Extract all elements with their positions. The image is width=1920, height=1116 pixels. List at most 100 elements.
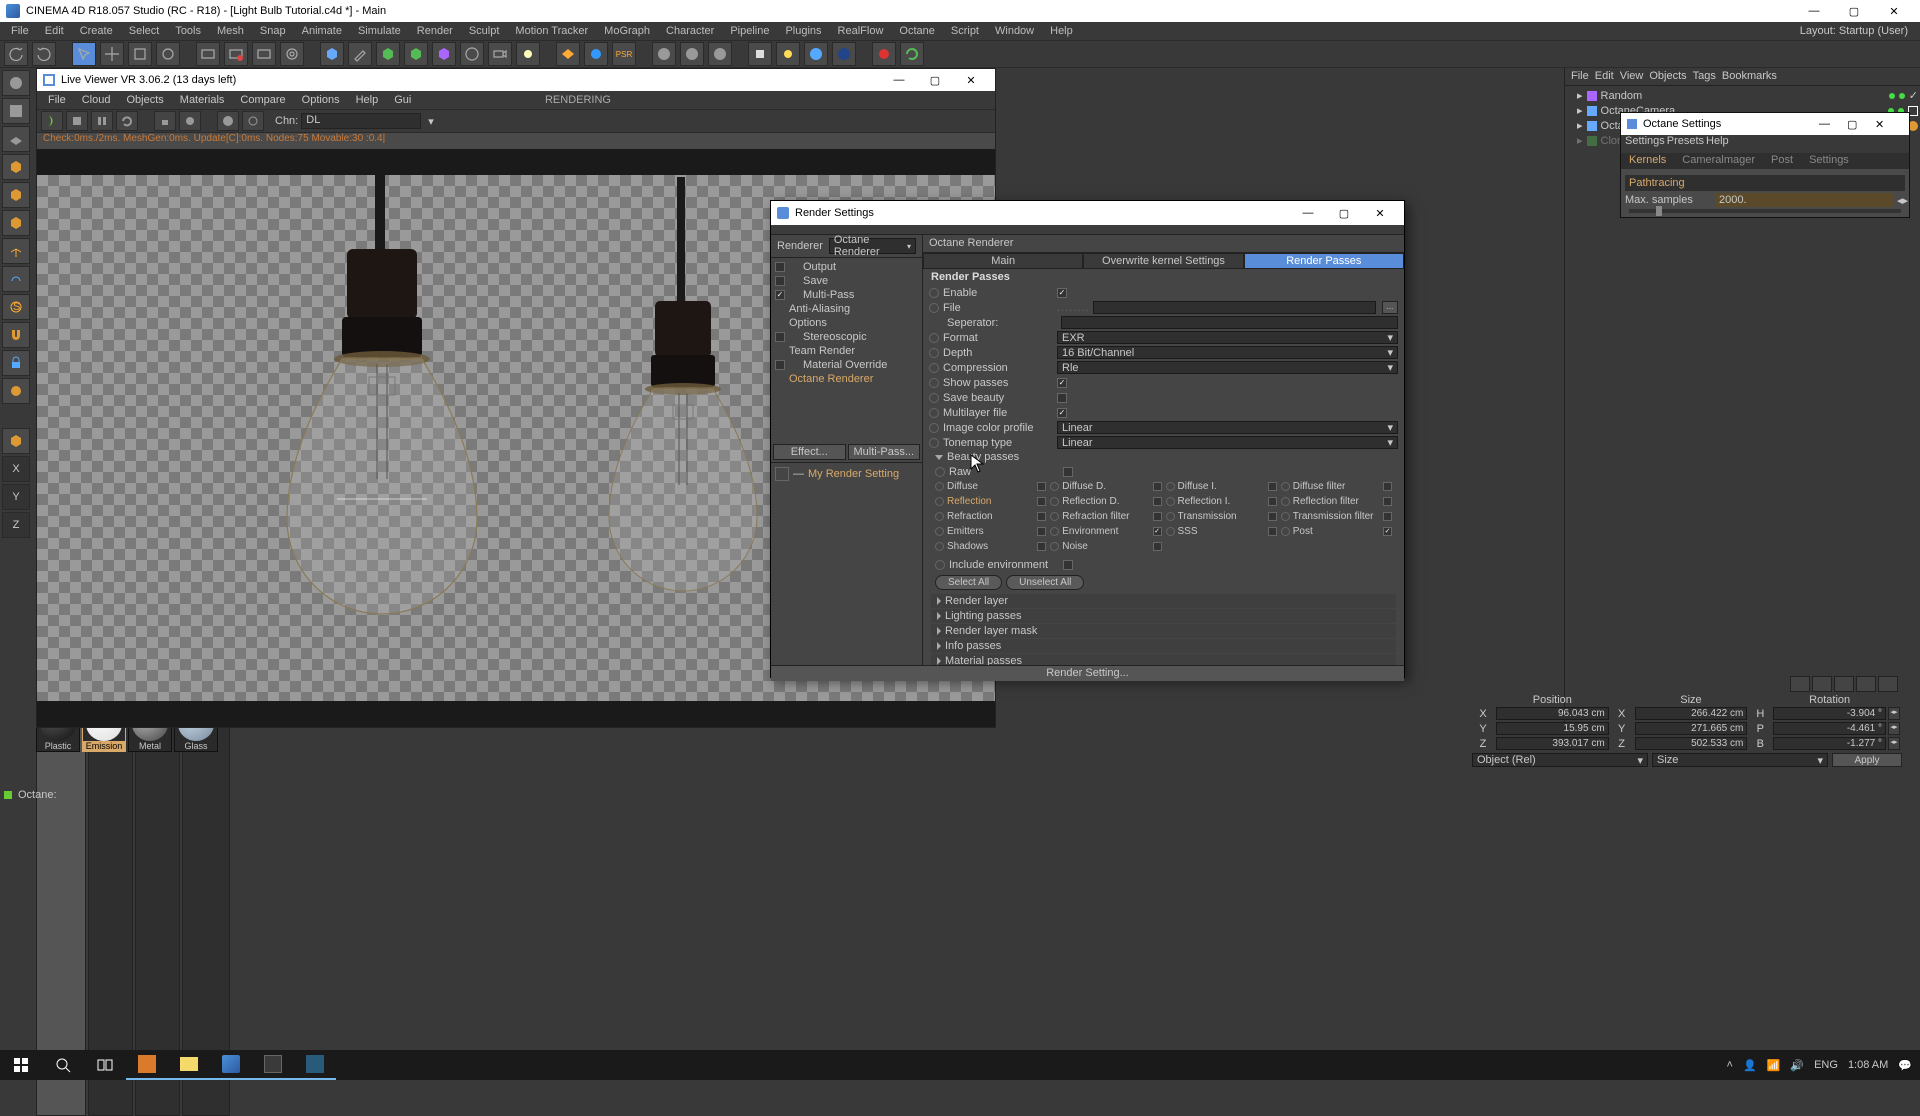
menu-mograph[interactable]: MoGraph bbox=[597, 24, 657, 38]
realflow-icon[interactable] bbox=[584, 42, 608, 66]
workplane-icon[interactable] bbox=[2, 126, 30, 152]
tree-save[interactable]: Save bbox=[771, 274, 922, 288]
tree-matoverride[interactable]: Material Override bbox=[771, 358, 922, 372]
menu-create[interactable]: Create bbox=[73, 24, 120, 38]
octset-tab-kernels[interactable]: Kernels bbox=[1621, 153, 1674, 169]
enable-checkbox[interactable]: ✓ bbox=[1057, 288, 1067, 298]
snap-icon[interactable] bbox=[2, 266, 30, 292]
render-pv-icon[interactable] bbox=[252, 42, 276, 66]
om-edit[interactable]: Edit bbox=[1595, 70, 1614, 83]
pos-z[interactable]: 393.017 cm bbox=[1496, 737, 1609, 750]
menu-help[interactable]: Help bbox=[1043, 24, 1080, 38]
rot-p[interactable]: -4.461 ° bbox=[1773, 722, 1886, 735]
pass-reflection-i[interactable] bbox=[1268, 497, 1277, 506]
menu-pipeline[interactable]: Pipeline bbox=[723, 24, 776, 38]
showpasses-checkbox[interactable]: ✓ bbox=[1057, 378, 1067, 388]
lv-refresh-icon[interactable] bbox=[116, 111, 138, 131]
menu-tools[interactable]: Tools bbox=[168, 24, 208, 38]
cube-y-icon[interactable] bbox=[2, 428, 30, 454]
sun-icon[interactable] bbox=[776, 42, 800, 66]
tree-stereo[interactable]: Stereoscopic bbox=[771, 330, 922, 344]
menu-render[interactable]: Render bbox=[410, 24, 460, 38]
max-samples-slider[interactable] bbox=[1629, 209, 1901, 213]
task-explorer[interactable] bbox=[168, 1050, 210, 1080]
octset-menu-settings[interactable]: Settings bbox=[1625, 135, 1665, 153]
select-tool-icon[interactable] bbox=[72, 42, 96, 66]
pass-environment[interactable]: ✓ bbox=[1153, 527, 1162, 536]
file-browse-btn[interactable]: ... bbox=[1382, 301, 1398, 314]
octset-titlebar[interactable]: Octane Settings — ▢ ✕ bbox=[1621, 113, 1909, 135]
raw-checkbox[interactable] bbox=[1063, 467, 1073, 477]
light-icon[interactable] bbox=[516, 42, 540, 66]
size-x[interactable]: 266.422 cm bbox=[1635, 707, 1748, 720]
octset-min[interactable]: — bbox=[1819, 118, 1847, 130]
om-file[interactable]: File bbox=[1571, 70, 1589, 83]
tree-aa[interactable]: Anti-Aliasing bbox=[771, 302, 922, 316]
menu-window[interactable]: Window bbox=[988, 24, 1041, 38]
size-z[interactable]: 502.533 cm bbox=[1635, 737, 1748, 750]
maximize-btn[interactable]: ▢ bbox=[1834, 5, 1874, 18]
rs-min[interactable]: — bbox=[1290, 207, 1326, 219]
pass-diffuse-d[interactable] bbox=[1153, 482, 1162, 491]
redo-icon[interactable] bbox=[32, 42, 56, 66]
record-icon[interactable] bbox=[872, 42, 896, 66]
icp-select[interactable]: Linear▾ bbox=[1057, 421, 1398, 434]
om-objects[interactable]: Objects bbox=[1649, 70, 1686, 83]
sep-input[interactable] bbox=[1061, 316, 1398, 329]
lv-menu-objects[interactable]: Objects bbox=[119, 93, 170, 107]
include-env-checkbox[interactable] bbox=[1063, 560, 1073, 570]
pass-reflection-filter[interactable] bbox=[1383, 497, 1392, 506]
pass-post[interactable]: ✓ bbox=[1383, 527, 1392, 536]
deformer-icon[interactable] bbox=[432, 42, 456, 66]
generator-icon[interactable] bbox=[404, 42, 428, 66]
menu-edit[interactable]: Edit bbox=[38, 24, 71, 38]
menu-select[interactable]: Select bbox=[122, 24, 167, 38]
camera-icon[interactable] bbox=[488, 42, 512, 66]
sphere-blue-icon[interactable] bbox=[804, 42, 828, 66]
savebeauty-checkbox[interactable] bbox=[1057, 393, 1067, 403]
poly-mode-icon[interactable] bbox=[2, 210, 30, 236]
cube-icon[interactable] bbox=[320, 42, 344, 66]
size-mode-select[interactable]: Size▾ bbox=[1652, 753, 1828, 767]
channel-select[interactable]: DL bbox=[301, 113, 421, 129]
menu-motion[interactable]: Motion Tracker bbox=[508, 24, 595, 38]
start-button[interactable] bbox=[0, 1050, 42, 1080]
lv-pause-icon[interactable] bbox=[91, 111, 113, 131]
om-tags[interactable]: Tags bbox=[1693, 70, 1716, 83]
compression-select[interactable]: Rle▾ bbox=[1057, 361, 1398, 374]
octset-max[interactable]: ▢ bbox=[1847, 118, 1875, 131]
pass-refraction[interactable] bbox=[1037, 512, 1046, 521]
menu-snap[interactable]: Snap bbox=[253, 24, 293, 38]
task-c4d[interactable] bbox=[210, 1050, 252, 1080]
lv-menu-gui[interactable]: Gui bbox=[387, 93, 418, 107]
pos-y[interactable]: 15.95 cm bbox=[1496, 722, 1609, 735]
point-mode-icon[interactable] bbox=[2, 154, 30, 180]
menu-script[interactable]: Script bbox=[944, 24, 986, 38]
tray-people-icon[interactable]: 👤 bbox=[1743, 1059, 1757, 1072]
pass-emitters[interactable] bbox=[1037, 527, 1046, 536]
rs-preset-row[interactable]: — My Render Setting bbox=[771, 462, 922, 485]
pass-noise[interactable] bbox=[1153, 542, 1162, 551]
lv-focus-icon[interactable] bbox=[242, 111, 264, 131]
task-app-5[interactable] bbox=[294, 1050, 336, 1080]
co-tab-4[interactable] bbox=[1856, 676, 1876, 692]
coord-mode-select[interactable]: Object (Rel)▾ bbox=[1472, 753, 1648, 767]
material-passes-group[interactable]: Material passes bbox=[931, 654, 1396, 665]
lv-menu-file[interactable]: File bbox=[41, 93, 73, 107]
co-tab-1[interactable] bbox=[1790, 676, 1810, 692]
rs-tab-passes[interactable]: Render Passes bbox=[1244, 253, 1404, 269]
render-layer-group[interactable]: Render layer bbox=[931, 594, 1396, 608]
sphere-1-icon[interactable] bbox=[652, 42, 676, 66]
pass-reflection[interactable] bbox=[1037, 497, 1046, 506]
scale-tool-icon[interactable] bbox=[128, 42, 152, 66]
lv-menu-options[interactable]: Options bbox=[295, 93, 347, 107]
lv-menu-compare[interactable]: Compare bbox=[233, 93, 292, 107]
menu-animate[interactable]: Animate bbox=[295, 24, 349, 38]
render-mask-group[interactable]: Render layer mask bbox=[931, 624, 1396, 638]
rotate-tool-icon[interactable] bbox=[156, 42, 180, 66]
pass-sss[interactable] bbox=[1268, 527, 1277, 536]
multipass-btn[interactable]: Multi-Pass... bbox=[848, 444, 921, 460]
depth-select[interactable]: 16 Bit/Channel▾ bbox=[1057, 346, 1398, 359]
taskview-icon[interactable] bbox=[84, 1050, 126, 1080]
rs-tab-main[interactable]: Main bbox=[923, 253, 1083, 269]
